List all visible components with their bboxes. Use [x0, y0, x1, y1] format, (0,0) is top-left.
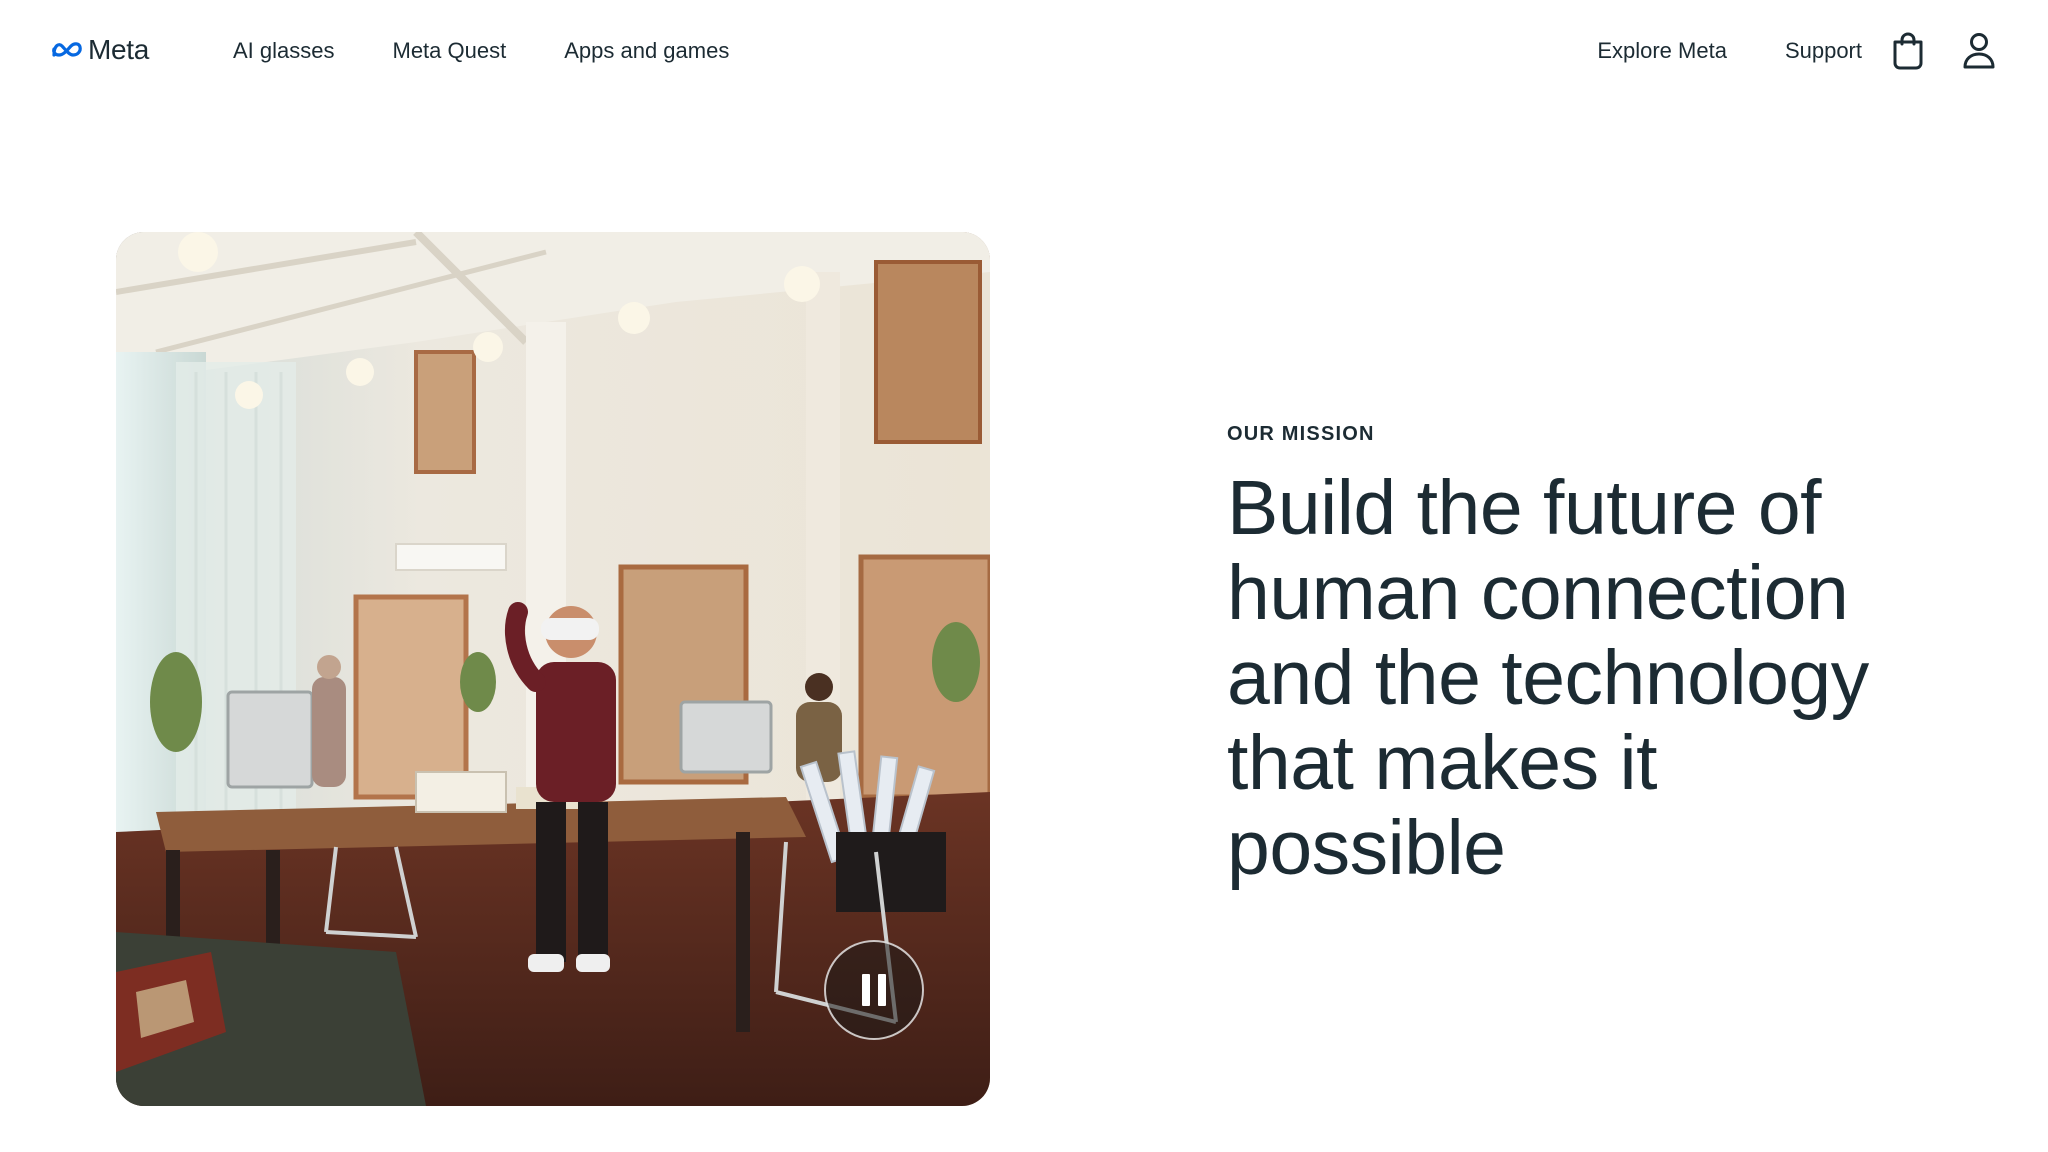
primary-nav: AI glasses Meta Quest Apps and games — [233, 36, 729, 66]
mission-headline: Build the future of human connection and… — [1227, 465, 1869, 891]
meta-logo[interactable]: Meta — [50, 34, 149, 66]
meta-infinity-icon — [52, 42, 82, 57]
nav-explore-meta[interactable]: Explore Meta — [1597, 36, 1727, 66]
pause-button[interactable] — [824, 940, 924, 1040]
nav-apps-and-games[interactable]: Apps and games — [564, 36, 729, 66]
secondary-nav: Explore Meta Support — [1597, 36, 1862, 66]
site-header: Meta AI glasses Meta Quest Apps and game… — [0, 0, 2048, 104]
hero-video[interactable] — [116, 232, 990, 1106]
mission-section: OUR MISSION Build the future of human co… — [1227, 420, 1927, 891]
account-icon — [1963, 33, 1995, 69]
shopping-bag-icon — [1893, 32, 1923, 70]
cart-button[interactable] — [1888, 30, 1928, 72]
pause-bar-left — [862, 974, 870, 1006]
pause-bar-right — [878, 974, 886, 1006]
pause-icon — [858, 974, 890, 1006]
logo-text: Meta — [88, 34, 150, 65]
mission-eyebrow: OUR MISSION — [1227, 423, 1375, 445]
nav-support[interactable]: Support — [1785, 36, 1862, 66]
nav-ai-glasses[interactable]: AI glasses — [233, 36, 335, 66]
account-button[interactable] — [1959, 30, 1999, 72]
nav-meta-quest[interactable]: Meta Quest — [393, 36, 507, 66]
